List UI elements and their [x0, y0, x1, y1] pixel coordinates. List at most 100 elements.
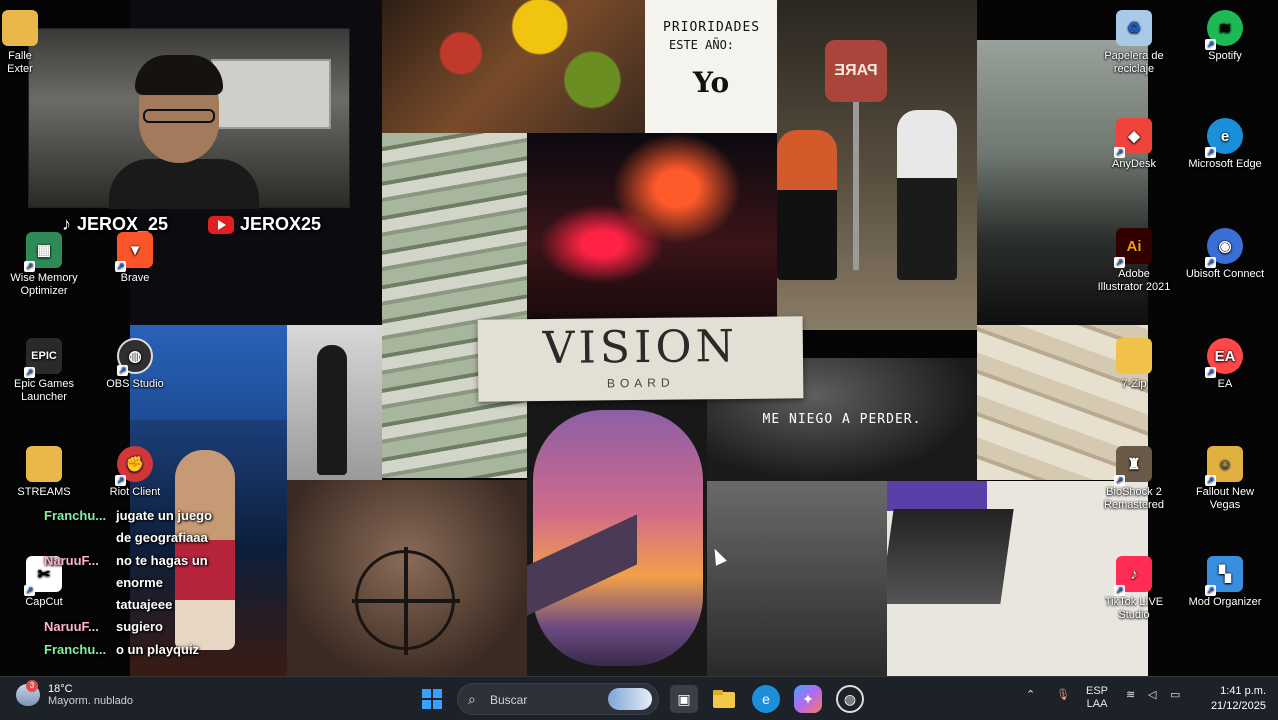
windows-icon [422, 689, 442, 709]
weather-widget[interactable]: 3 18°C Mayorm. nublado [16, 680, 133, 707]
vision-board-label: VISION BOARD [477, 316, 804, 402]
keyboard-layout: LAA [1086, 698, 1108, 710]
laptop-screen [887, 481, 987, 511]
obs-icon: ◍ [117, 338, 153, 376]
desktop-icon-riot-client[interactable]: ✊ Riot Client [95, 446, 175, 499]
desktop-icon-7zip[interactable]: 7-Zip [1094, 338, 1174, 391]
wallpaper-stop-sign-tile: PARE [777, 0, 977, 330]
desktop-icon-epic-games[interactable]: EPIC Epic Games Launcher [4, 338, 84, 404]
glasses-icon [143, 109, 215, 123]
desktop-icon-label: Epic Games Launcher [14, 378, 74, 403]
compass-tattoo [352, 547, 460, 655]
chat-user: NaruuF... [44, 619, 99, 634]
desktop-icon-anydesk[interactable]: ◆ AnyDesk [1094, 118, 1174, 171]
sign-pole [853, 100, 859, 270]
chat-text: o un playquiz [116, 642, 200, 657]
language-indicator[interactable]: ESP LAA [1086, 685, 1108, 711]
chat-message: de geografiaaa [44, 530, 208, 545]
priorities-line1: PRIORIDADES [663, 20, 761, 35]
desktop-icon-tiktok-live-studio[interactable]: ♪ TikTok LIVE Studio [1094, 556, 1174, 622]
chat-text: sugiero [116, 619, 163, 634]
vision-title: VISION [542, 320, 739, 375]
desktop-icon-falle-exter[interactable]: Falle Exter [0, 10, 40, 76]
wallpaper-priorities-note: PRIORIDADES ESTE AÑO: Yo [645, 0, 777, 133]
task-view-button[interactable]: ▣ [670, 685, 698, 713]
wallpaper-food-tile [382, 0, 645, 133]
desktop-icon-recycle-bin[interactable]: ♻ Papelera de reciclaje [1094, 10, 1174, 76]
start-button[interactable] [418, 685, 446, 713]
chat-text: tatuajeee [116, 597, 173, 612]
wallpaper-concert-tile [527, 133, 777, 318]
boxer-figure [175, 450, 235, 650]
chat-message: Franchu... jugate un juego [44, 508, 212, 523]
desktop-icon-ea[interactable]: EA EA [1185, 338, 1265, 391]
chat-text: no te hagas un [116, 553, 208, 568]
file-explorer-button[interactable] [710, 685, 738, 713]
desktop-icon-label: Papelera de reciclaje [1104, 50, 1164, 75]
volume-icon[interactable]: ◁ [1148, 689, 1156, 702]
desktop-icon-label: Falle Exter [7, 50, 33, 75]
desktop-icon-adobe-illustrator[interactable]: Ai Adobe Illustrator 2021 [1094, 228, 1174, 294]
desktop-icon-wise-memory[interactable]: ▦ Wise Memory Optimizer [4, 232, 84, 298]
weather-desc: Mayorm. nublado [48, 695, 133, 707]
desktop-icon-microsoft-edge[interactable]: e Microsoft Edge [1185, 118, 1265, 171]
edge-taskbar-button[interactable]: e [752, 685, 780, 713]
brave-lion-icon: ▼ [115, 232, 153, 272]
desktop-icon-mod-organizer[interactable]: ▚ Mod Organizer [1185, 556, 1265, 609]
epic-games-icon: EPIC [24, 338, 62, 378]
motto-text: ME NIEGO A PERDER. [762, 412, 922, 427]
cloud-icon: 3 [16, 680, 40, 706]
clock[interactable]: 1:41 p.m. 21/12/2025 [1211, 684, 1266, 714]
desktop-icon-bioshock-2[interactable]: ♜ BioShock 2 Remastered [1094, 446, 1174, 512]
battery-icon[interactable]: ▭ [1170, 689, 1180, 702]
show-hidden-icons-button[interactable]: ⌃ [1026, 689, 1035, 702]
desktop-icon-fallout-new-vegas[interactable]: ☺ Fallout New Vegas [1185, 446, 1265, 512]
folder-icon [2, 10, 38, 46]
wallpaper-tattoo-tile [287, 480, 527, 676]
file-explorer-icon [713, 690, 735, 708]
clock-time: 1:41 p.m. [1220, 685, 1266, 697]
desktop-icon-brave[interactable]: ▼ Brave [95, 232, 175, 285]
desktop-icon-label: Fallout New Vegas [1195, 486, 1255, 511]
wallpaper-plane-window-tile [527, 400, 707, 676]
chat-user: Franchu... [44, 508, 107, 523]
taskbar-search[interactable]: ⌕ Buscar [457, 683, 659, 715]
desktop-icon-label: TikTok LIVE Studio [1104, 596, 1164, 621]
microphone-icon[interactable]: 🎙 [1056, 689, 1070, 702]
webcam-overlay [28, 28, 350, 209]
vision-subtitle: BOARD [606, 375, 675, 391]
edge-icon: e [762, 691, 770, 707]
weather-temp: 18°C [48, 683, 73, 695]
clock-date: 21/12/2025 [1210, 700, 1266, 712]
desktop-icon-label: OBS Studio [106, 378, 164, 390]
desktop-icon-spotify[interactable]: ≋ Spotify [1185, 10, 1265, 63]
chevron-up-icon: ⌃ [1026, 689, 1036, 701]
chat-message: enorme [44, 575, 163, 590]
walking-man [317, 345, 347, 475]
desktop-icon-label: EA [1217, 378, 1233, 390]
copilot-button[interactable]: ✦ [794, 685, 822, 713]
desktop-icon-streams[interactable]: STREAMS [4, 446, 84, 499]
desktop-icon-label: Microsoft Edge [1188, 158, 1262, 170]
search-icon: ⌕ [468, 691, 476, 707]
obs-icon: ◍ [843, 690, 857, 707]
wallpaper-street-walk-tile [287, 325, 382, 480]
folder-icon [1116, 338, 1152, 374]
wifi-icon[interactable]: ≋ [1126, 689, 1135, 702]
desktop-icon-label: AnyDesk [1111, 158, 1157, 170]
desktop-icon-label: Wise Memory Optimizer [10, 272, 78, 297]
desktop-icon-obs-studio[interactable]: ◍ OBS Studio [95, 338, 175, 391]
vault-boy-icon: ☺ [1205, 446, 1243, 486]
desktop-icon-label: Riot Client [109, 486, 161, 498]
wallpaper-camera-tile [707, 481, 887, 676]
weather-badge: 3 [26, 680, 38, 692]
mod-organizer-icon: ▚ [1205, 556, 1243, 596]
folder-icon [26, 446, 62, 482]
desktop-icon-label: Brave [120, 272, 150, 284]
obs-taskbar-button[interactable]: ◍ [836, 685, 864, 713]
chat-user: NaruuF... [44, 553, 99, 568]
desktop-icon-ubisoft-connect[interactable]: ◉ Ubisoft Connect [1185, 228, 1265, 281]
desktop-icon-label: Ubisoft Connect [1185, 268, 1265, 280]
anydesk-icon: ◆ [1114, 118, 1152, 158]
taskbar: 3 18°C Mayorm. nublado ⌕ Buscar ▣ e ✦ ◍ … [0, 676, 1278, 720]
